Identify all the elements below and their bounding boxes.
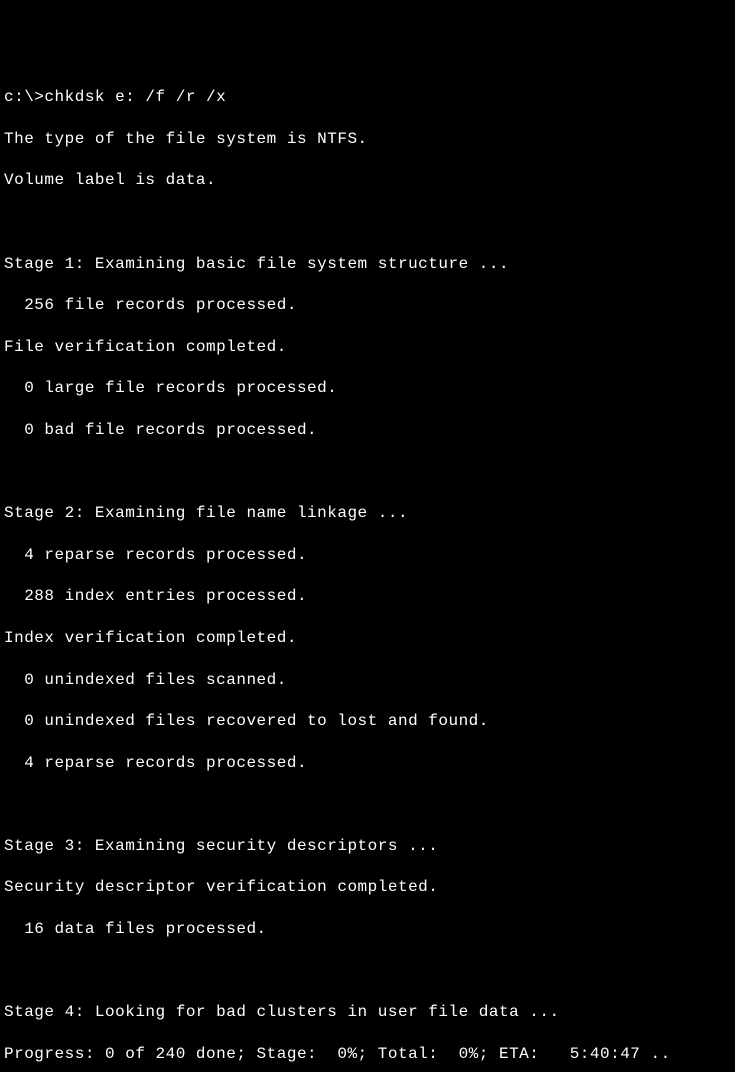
stage1-large-records: 0 large file records processed. [4, 378, 731, 399]
stage2-unindexed-recovered: 0 unindexed files recovered to lost and … [4, 711, 731, 732]
progress-line: Progress: 0 of 240 done; Stage: 0%; Tota… [4, 1044, 731, 1065]
stage3-verification: Security descriptor verification complet… [4, 877, 731, 898]
stage2-reparse-2: 4 reparse records processed. [4, 753, 731, 774]
blank-line [4, 961, 731, 982]
filesystem-type-line: The type of the file system is NTFS. [4, 129, 731, 150]
stage2-index: 288 index entries processed. [4, 586, 731, 607]
stage2-reparse: 4 reparse records processed. [4, 545, 731, 566]
blank-line [4, 462, 731, 483]
stage1-header: Stage 1: Examining basic file system str… [4, 254, 731, 275]
blank-line [4, 212, 731, 233]
stage4-header: Stage 4: Looking for bad clusters in use… [4, 1002, 731, 1023]
stage1-file-records: 256 file records processed. [4, 295, 731, 316]
stage1-verification: File verification completed. [4, 337, 731, 358]
blank-line [4, 794, 731, 815]
stage2-header: Stage 2: Examining file name linkage ... [4, 503, 731, 524]
stage2-unindexed-scanned: 0 unindexed files scanned. [4, 670, 731, 691]
stage3-header: Stage 3: Examining security descriptors … [4, 836, 731, 857]
stage2-verification: Index verification completed. [4, 628, 731, 649]
volume-label-line: Volume label is data. [4, 170, 731, 191]
command-prompt-line: c:\>chkdsk e: /f /r /x [4, 87, 731, 108]
stage1-bad-records: 0 bad file records processed. [4, 420, 731, 441]
stage3-data-files: 16 data files processed. [4, 919, 731, 940]
